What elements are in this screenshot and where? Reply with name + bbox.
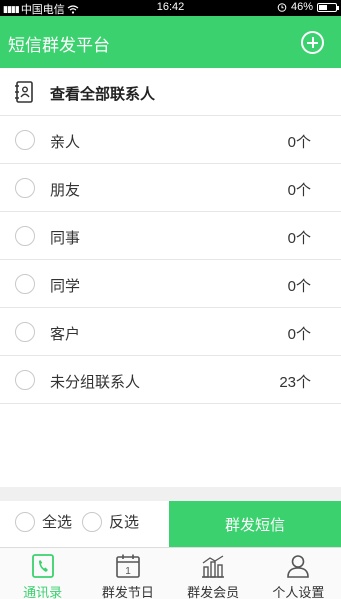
phone-book-icon — [31, 554, 54, 578]
group-name: 亲人 — [50, 134, 81, 151]
group-name: 同学 — [50, 278, 81, 295]
tab-festival[interactable]: 1 群发节日 — [85, 548, 170, 599]
battery-icon — [317, 2, 339, 12]
tab-profile[interactable]: 个人设置 — [256, 548, 341, 599]
invert-selection-option[interactable]: 反选 — [82, 511, 139, 532]
select-all-option[interactable]: 全选 — [15, 511, 72, 532]
status-right: 46% — [277, 1, 339, 13]
group-name: 客户 — [50, 326, 81, 343]
add-button[interactable] — [301, 31, 324, 54]
group-radio[interactable] — [15, 130, 35, 150]
battery-fill — [319, 4, 328, 10]
calendar-icon: 1 — [116, 554, 140, 578]
group-row[interactable]: 朋友 0个 — [0, 164, 341, 212]
group-count: 0个 — [287, 278, 311, 295]
tab-contacts[interactable]: 通讯录 — [0, 548, 85, 599]
alarm-icon — [277, 3, 287, 12]
action-bar: 全选 反选 群发短信 — [0, 501, 341, 547]
group-row[interactable]: 客户 0个 — [0, 308, 341, 356]
tab-label: 群发会员 — [187, 585, 240, 599]
person-icon — [287, 555, 310, 578]
tab-label: 通讯录 — [23, 585, 63, 599]
tab-label: 群发节日 — [101, 585, 154, 599]
tab-label: 个人设置 — [272, 585, 325, 599]
view-all-contacts-row[interactable]: 查看全部联系人 — [0, 68, 341, 116]
members-chart-icon — [202, 555, 225, 578]
app-title: 短信群发平台 — [8, 36, 110, 55]
group-radio[interactable] — [15, 178, 35, 198]
section-divider — [0, 487, 341, 501]
bottom-tab-bar: 通讯录 1 群发节日 群发会员 个人设置 — [0, 547, 341, 599]
invert-selection-radio[interactable] — [82, 511, 102, 532]
group-row[interactable]: 同事 0个 — [0, 212, 341, 260]
group-radio[interactable] — [15, 226, 35, 246]
battery-percent: 46% — [290, 1, 313, 13]
group-count: 0个 — [287, 326, 311, 343]
group-name: 朋友 — [50, 182, 81, 199]
app-bar: 短信群发平台 — [0, 16, 341, 68]
contacts-book-icon — [15, 81, 33, 103]
view-all-label: 查看全部联系人 — [50, 86, 156, 103]
invert-selection-label: 反选 — [109, 514, 140, 531]
group-radio[interactable] — [15, 370, 35, 390]
group-count: 23个 — [279, 374, 311, 391]
send-sms-button[interactable]: 群发短信 — [169, 501, 341, 547]
group-row[interactable]: 未分组联系人 23个 — [0, 356, 341, 404]
group-count: 0个 — [287, 134, 311, 151]
group-row[interactable]: 亲人 0个 — [0, 116, 341, 164]
select-all-label: 全选 — [42, 514, 73, 531]
status-bar: ▮▮▮▮ 中国电信 16:42 46% — [0, 0, 341, 16]
tab-members[interactable]: 群发会员 — [171, 548, 256, 599]
group-name: 未分组联系人 — [50, 374, 141, 391]
group-radio[interactable] — [15, 274, 35, 294]
group-list: 亲人 0个 朋友 0个 同事 0个 同学 0个 客户 0个 未分组联系人 23个 — [0, 116, 341, 404]
group-count: 0个 — [287, 230, 311, 247]
group-row[interactable]: 同学 0个 — [0, 260, 341, 308]
group-name: 同事 — [50, 230, 81, 247]
group-radio[interactable] — [15, 322, 35, 342]
select-all-radio[interactable] — [15, 511, 35, 532]
svg-text:1: 1 — [125, 566, 131, 577]
group-count: 0个 — [287, 182, 311, 199]
